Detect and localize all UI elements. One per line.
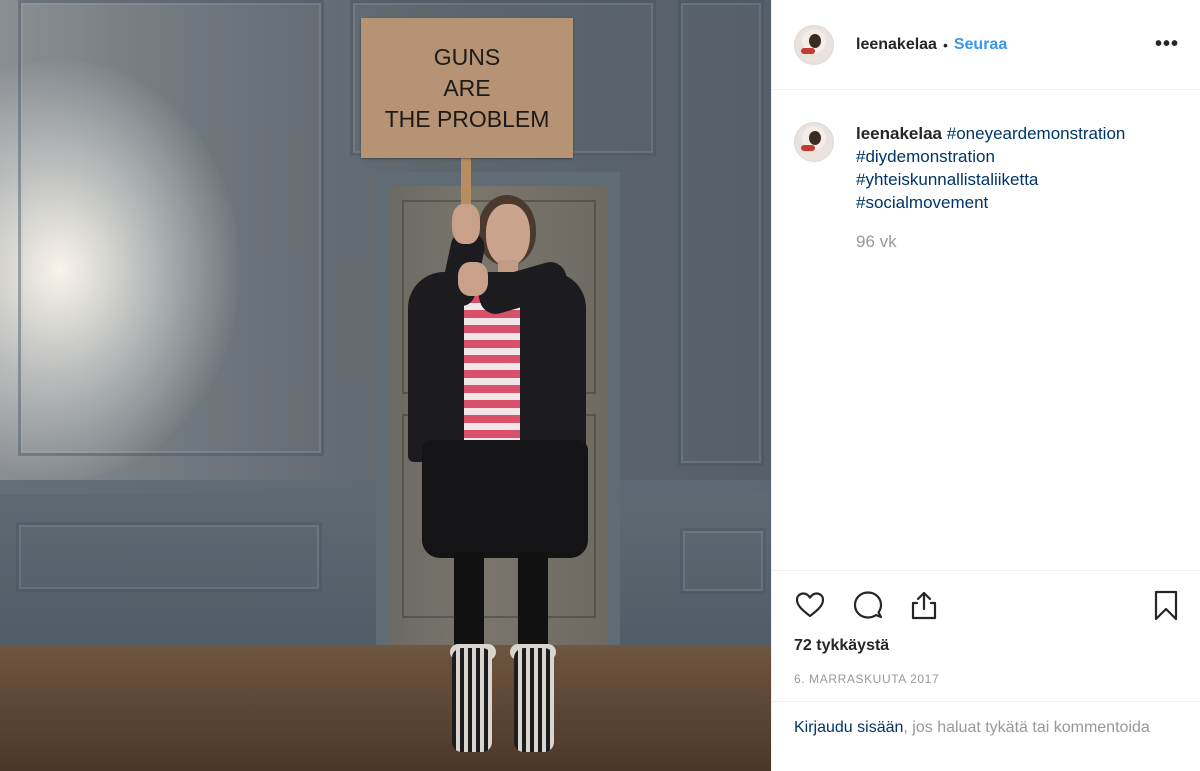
like-count[interactable]: 72 tykkäystä — [794, 637, 889, 655]
wooden-floor — [0, 645, 771, 771]
post-photo[interactable]: GUNS ARE THE PROBLEM — [0, 0, 771, 771]
caption-body: leenakelaa #oneyeardemonstration #diydem… — [856, 122, 1125, 253]
caption-timestamp: 96 vk — [856, 232, 897, 251]
sign-line: ARE — [443, 74, 491, 101]
separator-dot: • — [942, 36, 948, 53]
action-bar — [794, 589, 1178, 623]
hashtag-link[interactable]: #yhteiskunnallistaliiketta — [856, 168, 1125, 191]
post-header: leenakelaa • Seuraa ••• — [772, 0, 1200, 90]
bookmark-icon[interactable] — [1150, 589, 1182, 621]
more-options-icon[interactable]: ••• — [1155, 33, 1179, 56]
login-prompt: Kirjaudu sisään, jos haluat tykätä tai k… — [772, 701, 1200, 754]
hashtag-link[interactable]: #oneyeardemonstration — [947, 124, 1126, 143]
instagram-post: GUNS ARE THE PROBLEM leenakelaa • Seuraa… — [0, 0, 1200, 771]
caption-avatar[interactable] — [794, 122, 834, 162]
follow-button[interactable]: Seuraa — [954, 36, 1007, 54]
post-side-panel: leenakelaa • Seuraa ••• leenakelaa #oney… — [771, 0, 1200, 771]
avatar[interactable] — [794, 24, 834, 65]
login-prompt-text: , jos haluat tykätä tai kommentoida — [903, 719, 1150, 736]
share-icon[interactable] — [908, 589, 940, 621]
comment-icon[interactable] — [852, 589, 884, 621]
header-username[interactable]: leenakelaa — [856, 36, 937, 54]
wall-panel-left — [18, 0, 324, 456]
hashtag-link[interactable]: #diydemonstration — [856, 145, 1125, 168]
wall-panel-right — [678, 0, 764, 466]
login-link[interactable]: Kirjaudu sisään — [794, 719, 903, 736]
sign-line: THE PROBLEM — [384, 105, 550, 132]
hashtag-link[interactable]: #socialmovement — [856, 191, 1125, 214]
protest-sign: GUNS ARE THE PROBLEM — [361, 18, 573, 158]
heart-icon[interactable] — [794, 589, 826, 621]
sign-text: GUNS ARE THE PROBLEM — [385, 42, 550, 135]
action-section: 72 tykkäystä 6. MARRASKUUTA 2017 Kirjaud… — [772, 570, 1200, 736]
caption: leenakelaa #oneyeardemonstration #diydem… — [794, 122, 1184, 253]
post-date: 6. MARRASKUUTA 2017 — [794, 672, 940, 686]
sign-line: GUNS — [433, 43, 501, 70]
caption-username[interactable]: leenakelaa — [856, 124, 942, 143]
